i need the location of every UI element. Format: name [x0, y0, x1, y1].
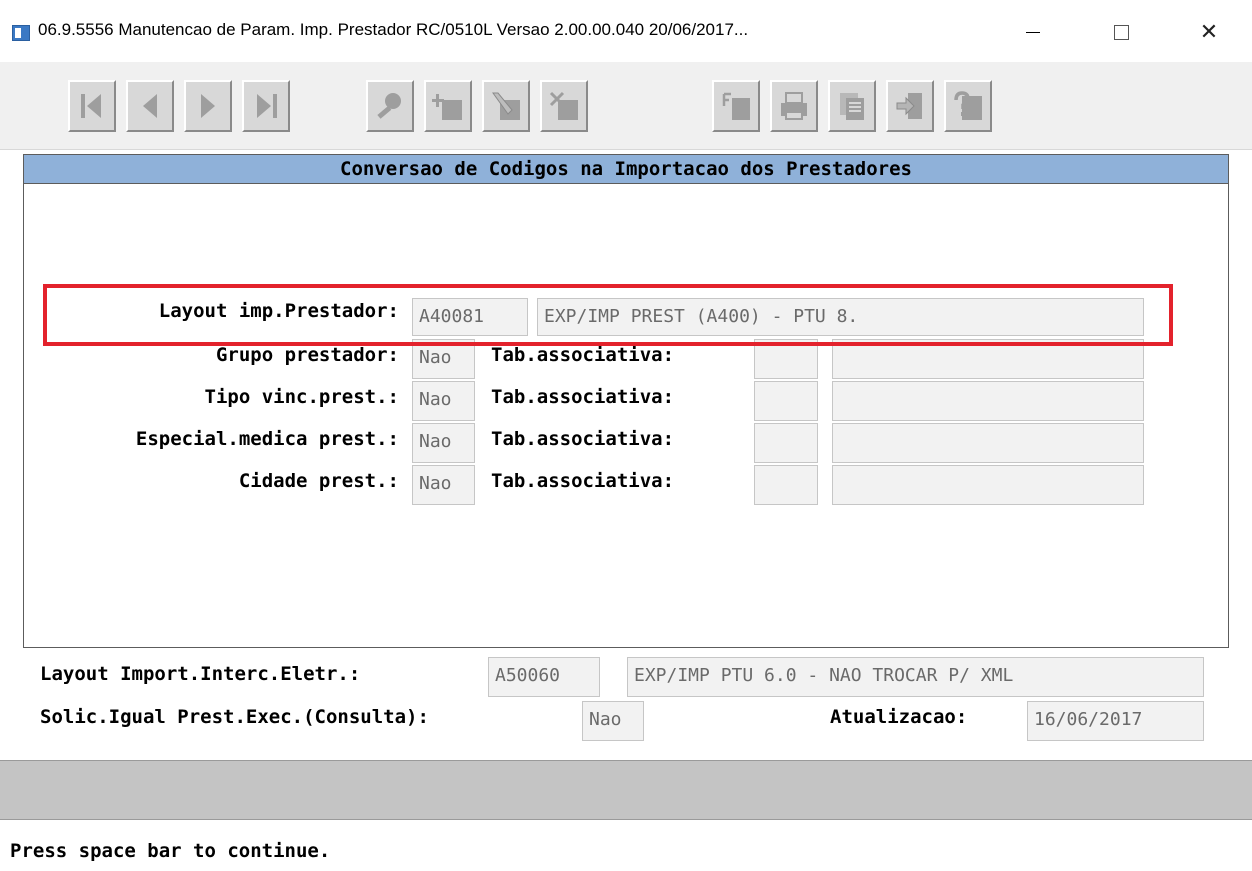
app-icon [12, 25, 30, 41]
search-icon [377, 93, 401, 119]
message-area [0, 760, 1252, 820]
solic-igual-field[interactable]: Nao [582, 701, 644, 741]
prev-icon [143, 94, 157, 118]
tab-associativa-desc-field[interactable] [832, 381, 1144, 421]
tab-associativa-label: Tab.associativa: [491, 428, 675, 450]
first-icon [81, 94, 101, 118]
title-bar: 06.9.5556 Manutencao de Param. Imp. Pres… [0, 0, 1252, 62]
tab-associativa-label: Tab.associativa: [491, 470, 675, 492]
edit-button[interactable] [482, 80, 530, 132]
tab-associativa-code-field[interactable] [754, 381, 818, 421]
delete-icon [549, 91, 578, 120]
close-icon: ✕ [1199, 19, 1219, 45]
first-record-button[interactable] [68, 80, 116, 132]
toolbar [0, 62, 1252, 150]
cidade-prest-field[interactable]: Nao [412, 465, 475, 505]
atualizacao-field[interactable]: 16/06/2017 [1027, 701, 1204, 741]
layout-import-interc-desc-field[interactable]: EXP/IMP PTU 6.0 - NAO TROCAR P/ XML [627, 657, 1204, 697]
last-record-button[interactable] [242, 80, 290, 132]
tipo-vinc-field[interactable]: Nao [412, 381, 475, 421]
help-icon [954, 91, 982, 120]
edit-icon [492, 92, 520, 120]
search-button[interactable] [366, 80, 414, 132]
status-message: Press space bar to continue. [10, 840, 331, 862]
filter-button[interactable] [712, 80, 760, 132]
especial-medica-label: Especial.medica prest.: [135, 428, 399, 450]
help-button[interactable] [944, 80, 992, 132]
copy-button[interactable] [828, 80, 876, 132]
grupo-prestador-label: Grupo prestador: [215, 344, 399, 366]
minimize-button[interactable] [1010, 14, 1056, 50]
tab-associativa-label: Tab.associativa: [491, 386, 675, 408]
especial-medica-field[interactable]: Nao [412, 423, 475, 463]
prev-record-button[interactable] [126, 80, 174, 132]
next-icon [201, 94, 215, 118]
window-title: 06.9.5556 Manutencao de Param. Imp. Pres… [38, 20, 749, 39]
tab-associativa-desc-field[interactable] [832, 423, 1144, 463]
copy-icon [840, 93, 864, 120]
filter-icon [722, 92, 750, 120]
layout-import-interc-label: Layout Import.Interc.Eletr.: [40, 663, 361, 685]
cidade-prest-label: Cidade prest.: [238, 470, 399, 492]
tab-associativa-desc-field[interactable] [832, 465, 1144, 505]
tipo-vinc-label: Tipo vinc.prest.: [204, 386, 399, 408]
add-button[interactable] [424, 80, 472, 132]
close-button[interactable]: ✕ [1186, 14, 1232, 50]
tab-associativa-code-field[interactable] [754, 423, 818, 463]
next-record-button[interactable] [184, 80, 232, 132]
print-button[interactable] [770, 80, 818, 132]
frame-title: Conversao de Codigos na Importacao dos P… [23, 154, 1229, 184]
atualizacao-label: Atualizacao: [830, 706, 968, 728]
exit-icon [896, 93, 922, 119]
solic-igual-label: Solic.Igual Prest.Exec.(Consulta): [40, 706, 429, 728]
maximize-button[interactable] [1098, 14, 1144, 50]
layout-import-interc-code-field[interactable]: A50060 [488, 657, 600, 697]
tab-associativa-label: Tab.associativa: [491, 344, 675, 366]
highlight-box [43, 284, 1173, 346]
tab-associativa-code-field[interactable] [754, 465, 818, 505]
print-icon [781, 92, 807, 120]
add-icon [432, 94, 462, 120]
exit-button[interactable] [886, 80, 934, 132]
delete-button[interactable] [540, 80, 588, 132]
last-icon [257, 94, 277, 118]
